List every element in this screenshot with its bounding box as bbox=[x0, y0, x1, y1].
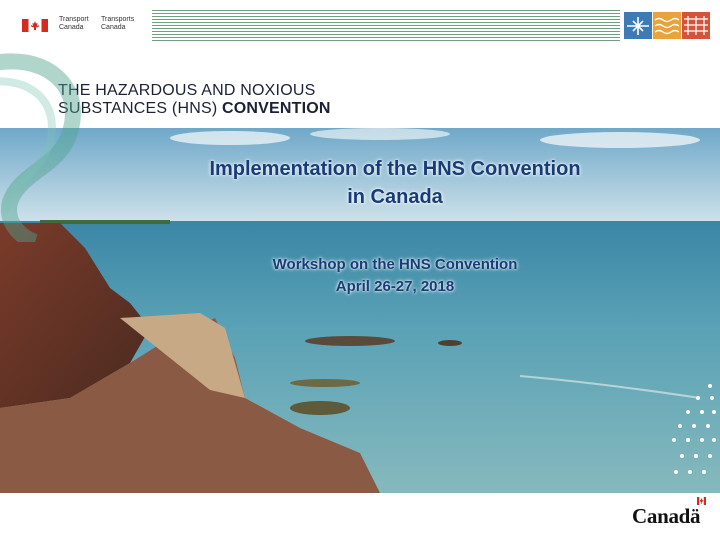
decorative-dot-pattern bbox=[672, 384, 716, 474]
department-name-french: Transports Canada bbox=[101, 16, 135, 31]
marine-icon bbox=[653, 12, 681, 39]
department-name-english: Transport Canada bbox=[59, 16, 89, 31]
rail-icon bbox=[682, 12, 710, 39]
workshop-subtitle: Workshop on the HNS Convention bbox=[272, 256, 518, 273]
wordmark-flag-icon bbox=[697, 497, 706, 505]
aviation-icon bbox=[624, 12, 652, 39]
header-stripes bbox=[152, 10, 620, 41]
canada-flag-icon bbox=[22, 19, 48, 32]
header-bar: Transport Canada Transports Canada bbox=[0, 0, 720, 52]
slide-title-line-1: Implementation of the HNS Convention bbox=[209, 158, 581, 180]
convention-title-band: THE HAZARDOUS AND NOXIOUS SUBSTANCES (HN… bbox=[0, 52, 720, 128]
convention-title: THE HAZARDOUS AND NOXIOUS SUBSTANCES (HN… bbox=[58, 82, 331, 117]
canada-wordmark: Canadä bbox=[632, 504, 701, 528]
footer-bar bbox=[0, 493, 720, 540]
coastline-photo bbox=[0, 128, 720, 493]
workshop-date: April 26-27, 2018 bbox=[335, 278, 455, 295]
transport-modes-banner bbox=[624, 12, 710, 39]
slide-title-line-2: in Canada bbox=[347, 186, 443, 208]
